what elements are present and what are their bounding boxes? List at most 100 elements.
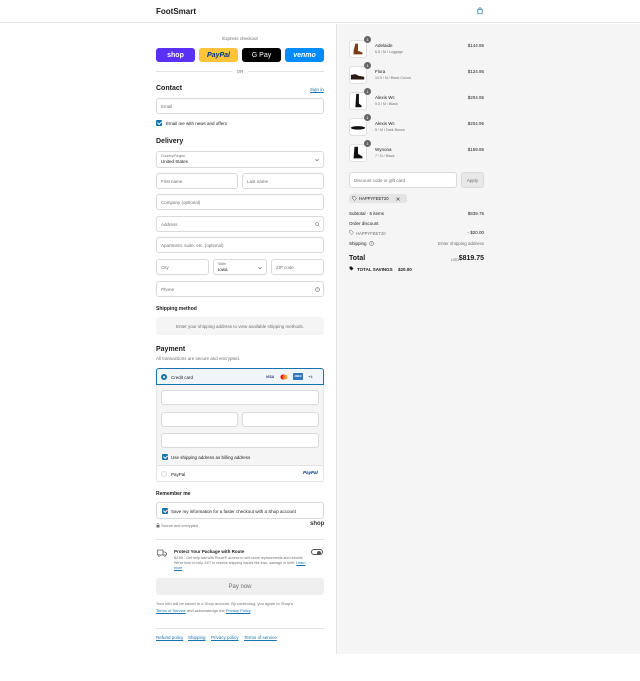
billing-address-checkbox[interactable] <box>162 454 168 460</box>
shipping-label: Shipping <box>349 241 367 246</box>
help-icon[interactable]: ? <box>315 287 320 292</box>
apply-label: Apply <box>466 177 479 183</box>
zip-field[interactable]: ZIP code <box>271 259 324 275</box>
venmo-label: venmo <box>293 51 316 59</box>
product-variant: 7 / N / Black <box>375 154 395 158</box>
newsletter-checkbox[interactable] <box>156 120 162 126</box>
search-icon <box>315 222 320 227</box>
expiration-field[interactable] <box>161 412 238 427</box>
terms-link[interactable]: Terms of Service <box>156 608 186 613</box>
shipping-method-title: Shipping method <box>156 306 197 312</box>
delivery-title: Delivery <box>156 138 184 145</box>
last-name-field[interactable]: Last name <box>242 173 324 189</box>
email-placeholder: Email <box>161 104 173 109</box>
card-number-field[interactable] <box>161 390 319 405</box>
discount-chip: HAPPYFEET20 <box>349 194 407 203</box>
google-pay-button[interactable]: G Pay <box>242 48 281 62</box>
close-icon[interactable] <box>396 196 400 201</box>
shipping-policy-link[interactable]: Shipping <box>188 635 206 640</box>
newsletter-label: Email me with news and offers <box>166 121 227 126</box>
sign-in-link[interactable]: Sign in <box>310 87 324 92</box>
state-select[interactable]: State Iowa <box>213 259 267 275</box>
quantity-badge: 1 <box>364 114 371 121</box>
credit-card-option[interactable]: Credit card VISA AMEX +4 <box>156 368 324 385</box>
city-field[interactable]: City <box>156 259 209 275</box>
venmo-button[interactable]: venmo <box>285 48 324 62</box>
apartment-field[interactable]: Apartment, suite, etc. (optional) <box>156 237 324 253</box>
discount-placeholder: Discount code or gift card <box>354 178 406 183</box>
paypal-option-label: PayPal <box>171 472 186 477</box>
savings-tag-icon <box>349 266 354 271</box>
route-divider <box>156 539 324 540</box>
apply-button[interactable]: Apply <box>461 172 484 188</box>
pay-now-button[interactable]: Pay now <box>156 578 324 595</box>
line-item: 1 Alexis Wc 5 / M / Dark Brown $204.95 <box>349 114 484 138</box>
product-variant: 5 / M / Dark Brown <box>375 128 405 132</box>
shipping-method-message: Enter your shipping address to view avai… <box>156 317 324 335</box>
phone-field[interactable]: Phone ? <box>156 281 324 297</box>
shop-pay-button[interactable]: shop <box>156 48 195 62</box>
boot-icon <box>353 43 363 55</box>
security-code-field[interactable] <box>242 412 319 427</box>
product-variant: 10.5 / N / Black Cocoa <box>375 76 411 80</box>
brand-logo[interactable]: FootSmart <box>156 7 196 16</box>
product-image <box>349 66 367 84</box>
save-info-label: Save my information for a faster checkou… <box>171 509 296 514</box>
line-item: 1 Adelaide 6.5 / M / Luggage $144.95 <box>349 36 484 60</box>
phone-placeholder: Phone <box>161 287 175 292</box>
refund-policy-link[interactable]: Refund policy <box>156 635 183 640</box>
quantity-badge: 1 <box>364 36 371 43</box>
product-name: Adelaide <box>375 43 393 48</box>
route-description: $2.85 - Get help fast with Route® access… <box>174 556 310 571</box>
product-variant: 5.5 / M / Black <box>375 102 398 106</box>
credit-card-label: Credit card <box>171 375 194 380</box>
state-label: State <box>218 262 227 266</box>
first-name-field[interactable]: First name <box>156 173 238 189</box>
credit-card-radio[interactable] <box>161 374 167 380</box>
divider-left <box>156 71 232 72</box>
product-image <box>349 144 367 162</box>
terms-of-service-link[interactable]: Terms of service <box>244 635 277 640</box>
lock-icon <box>156 523 160 528</box>
email-field[interactable]: Email <box>156 98 324 114</box>
privacy-link[interactable]: Privacy Policy <box>226 608 251 613</box>
paypal-button[interactable]: PayPal <box>199 48 238 62</box>
product-price: $124.95 <box>467 69 484 74</box>
contact-title: Contact <box>156 85 183 92</box>
name-on-card-field[interactable] <box>161 433 319 448</box>
amex-text: AMEX <box>294 375 302 378</box>
subtotal-label: Subtotal · 5 items <box>349 211 385 216</box>
shop-disclaimer: Your info will be saved to a Shop accoun… <box>156 601 324 614</box>
shipping-value: Enter shipping address <box>437 241 484 246</box>
save-info-checkbox[interactable] <box>162 508 168 514</box>
paypal-radio[interactable] <box>161 471 167 477</box>
company-field[interactable]: Company (optional) <box>156 194 324 210</box>
help-icon[interactable]: ? <box>369 241 374 246</box>
first-name-placeholder: First name <box>161 179 183 184</box>
route-toggle[interactable] <box>311 549 323 555</box>
privacy-policy-link[interactable]: Privacy policy <box>211 635 239 640</box>
svg-text:?: ? <box>317 288 319 292</box>
product-price: $204.95 <box>467 95 484 100</box>
shopping-bag-icon[interactable] <box>476 7 484 15</box>
last-name-placeholder: Last name <box>247 179 269 184</box>
apartment-placeholder: Apartment, suite, etc. (optional) <box>161 243 224 248</box>
country-select[interactable]: Country/Region United States <box>156 151 324 168</box>
country-label: Country/Region <box>161 154 186 158</box>
product-name: Wynona <box>375 147 392 152</box>
disclaimer-text-2: and acknowledge the <box>186 607 225 613</box>
paypal-option[interactable]: PayPal PayPal <box>156 465 324 482</box>
payment-title: Payment <box>156 346 186 353</box>
package-icon <box>157 549 167 557</box>
tag-icon <box>352 196 357 201</box>
address-field[interactable]: Address <box>156 216 324 232</box>
product-name: Alexis Wc <box>375 121 395 126</box>
footer-divider <box>156 628 324 629</box>
country-value: United States <box>161 159 189 164</box>
save-info-box[interactable]: Save my information for a faster checkou… <box>156 502 324 519</box>
page-bottom <box>0 654 640 681</box>
line-item: 1 Flora 10.5 / N / Black Cocoa $124.95 <box>349 62 484 86</box>
svg-text:?: ? <box>371 242 373 246</box>
discount-amount: - $20.00 <box>467 230 484 235</box>
discount-code-field[interactable]: Discount code or gift card <box>349 172 457 188</box>
